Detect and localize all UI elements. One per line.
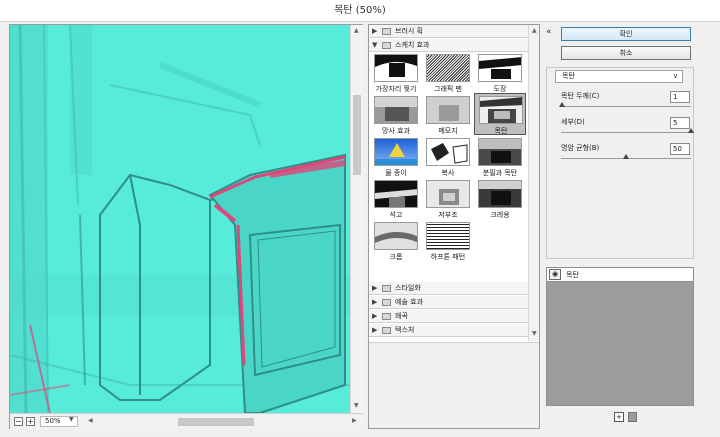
thickness-value-field[interactable]: 1 (670, 91, 690, 103)
thumb-image (426, 138, 470, 166)
effect-layer-row[interactable]: ◉ 목탄 (547, 268, 693, 282)
folder-icon (382, 299, 391, 306)
thumb-halftone-pattern[interactable]: 하프톤 패턴 (422, 220, 474, 262)
preview-vertical-scrollbar[interactable]: ▲ ▼ (350, 25, 363, 413)
effect-layer-name: 목탄 (566, 271, 579, 279)
balance-value-field[interactable]: 50 (670, 143, 690, 155)
preview-vertical-scroll-thumb[interactable] (353, 95, 361, 175)
scroll-down-icon[interactable]: ▼ (532, 330, 537, 337)
thumb-charcoal[interactable]: 목탄 (474, 93, 526, 135)
zoom-out-button[interactable]: − (14, 417, 23, 426)
filter-select[interactable]: 목탄 ∨ (555, 70, 683, 83)
collapsed-triangle-icon: ▶ (372, 298, 378, 306)
thickness-label: 목탄 두께(C) (561, 92, 600, 100)
thumb-water-paper[interactable]: 물 종이 (370, 136, 422, 178)
folder-artistic[interactable]: ▶ 예술 효과 (369, 296, 528, 309)
thumb-image (374, 138, 418, 166)
detail-slider-handle[interactable] (688, 128, 694, 133)
thumb-image (374, 222, 418, 250)
detail-label: 세부(D) (561, 118, 585, 126)
expanded-triangle-icon: ▼ (372, 41, 378, 49)
collapse-gallery-icon[interactable]: « (546, 27, 552, 37)
new-effect-layer-icon[interactable]: + (614, 412, 624, 422)
folder-icon (382, 313, 391, 320)
folder-icon (382, 28, 391, 35)
collapsed-triangle-icon: ▶ (372, 312, 378, 320)
preview-image[interactable] (10, 25, 350, 413)
folder-distort[interactable]: ▶ 왜곡 (369, 310, 528, 323)
folder-icon (382, 285, 391, 292)
preview-panel: ▲ ▼ − + 50% ▼ ◀ ▶ (9, 24, 363, 429)
detail-value-field[interactable]: 5 (670, 117, 690, 129)
filter-gallery: ▶ 브러시 획 ▼ 스케치 효과 가장자리 찢기 그래픽 펜 도장 망사 효과 … (368, 24, 540, 429)
thumb-image (478, 54, 522, 82)
eye-icon[interactable]: ◉ (549, 269, 561, 280)
folder-texture[interactable]: ▶ 텍스처 (369, 324, 528, 337)
scroll-up-icon[interactable]: ▲ (532, 27, 537, 34)
cancel-button[interactable]: 취소 (561, 46, 691, 60)
folder-stylize[interactable]: ▶ 스타일화 (369, 282, 528, 295)
detail-slider[interactable] (561, 132, 691, 133)
sketch-thumbnails: 가장자리 찢기 그래픽 펜 도장 망사 효과 메모지 목탄 물 종이 복사 분필… (369, 52, 528, 307)
scroll-up-icon[interactable]: ▲ (354, 27, 359, 34)
thumb-image (374, 180, 418, 208)
collapsed-triangle-icon: ▶ (372, 326, 378, 334)
thumb-torn-edges[interactable]: 가장자리 찢기 (370, 52, 422, 94)
collapsed-triangle-icon: ▶ (372, 284, 378, 292)
thumb-image (426, 222, 470, 250)
preview-bottom-bar: − + 50% ▼ ◀ ▶ (10, 413, 363, 429)
collapsed-triangle-icon: ▶ (372, 27, 378, 35)
thumb-chalk-charcoal[interactable]: 분필과 목탄 (474, 136, 526, 178)
preview-horizontal-scrollbar[interactable]: ◀ ▶ (86, 416, 362, 428)
effect-layers-panel: ◉ 목탄 (546, 267, 694, 406)
thumb-image (426, 54, 470, 82)
gallery-scrollbar[interactable]: ▲ ▼ (528, 25, 539, 341)
thumb-chrome[interactable]: 크롬 (370, 220, 422, 262)
thumb-image (426, 180, 470, 208)
thumb-image (478, 138, 522, 166)
ok-button[interactable]: 확인 (561, 27, 691, 41)
thumb-graphic-pen[interactable]: 그래픽 펜 (422, 52, 474, 94)
thumb-bas-relief[interactable]: 저부조 (422, 178, 474, 220)
thickness-slider[interactable] (561, 106, 691, 107)
zoom-in-button[interactable]: + (26, 417, 35, 426)
thickness-slider-handle[interactable] (559, 102, 565, 107)
thumb-note-paper[interactable]: 메모지 (422, 94, 474, 136)
thumb-image (374, 96, 418, 124)
thumb-reticulation[interactable]: 망사 효과 (370, 94, 422, 136)
balance-slider-handle[interactable] (623, 154, 629, 159)
thumb-image (374, 54, 418, 82)
window-title: 목탄 (50%) (0, 0, 720, 22)
balance-label: 명암 균형(B) (561, 144, 600, 152)
scroll-down-icon[interactable]: ▼ (354, 402, 359, 409)
thumb-stamp[interactable]: 도장 (474, 52, 526, 94)
filter-select-value: 목탄 (562, 72, 575, 80)
folder-icon (382, 327, 391, 334)
thumb-photocopy[interactable]: 복사 (422, 136, 474, 178)
folder-sketch[interactable]: ▼ 스케치 효과 (369, 39, 528, 52)
preview-horizontal-scroll-thumb[interactable] (178, 418, 254, 426)
thumb-image (478, 180, 522, 208)
thumb-conte-crayon[interactable]: 크레용 (474, 178, 526, 220)
thumb-image (479, 96, 523, 124)
thumb-plaster[interactable]: 석고 (370, 178, 422, 220)
scroll-right-icon[interactable]: ▶ (352, 417, 357, 424)
trash-icon[interactable] (628, 412, 637, 422)
gallery-empty-area (369, 342, 539, 428)
chevron-down-icon: ∨ (672, 72, 678, 80)
folder-icon (382, 42, 391, 49)
scroll-left-icon[interactable]: ◀ (88, 417, 93, 424)
folder-brush-strokes[interactable]: ▶ 브러시 획 (369, 25, 528, 38)
zoom-dropdown-icon[interactable]: ▼ (69, 416, 74, 423)
thumb-image (426, 96, 470, 124)
